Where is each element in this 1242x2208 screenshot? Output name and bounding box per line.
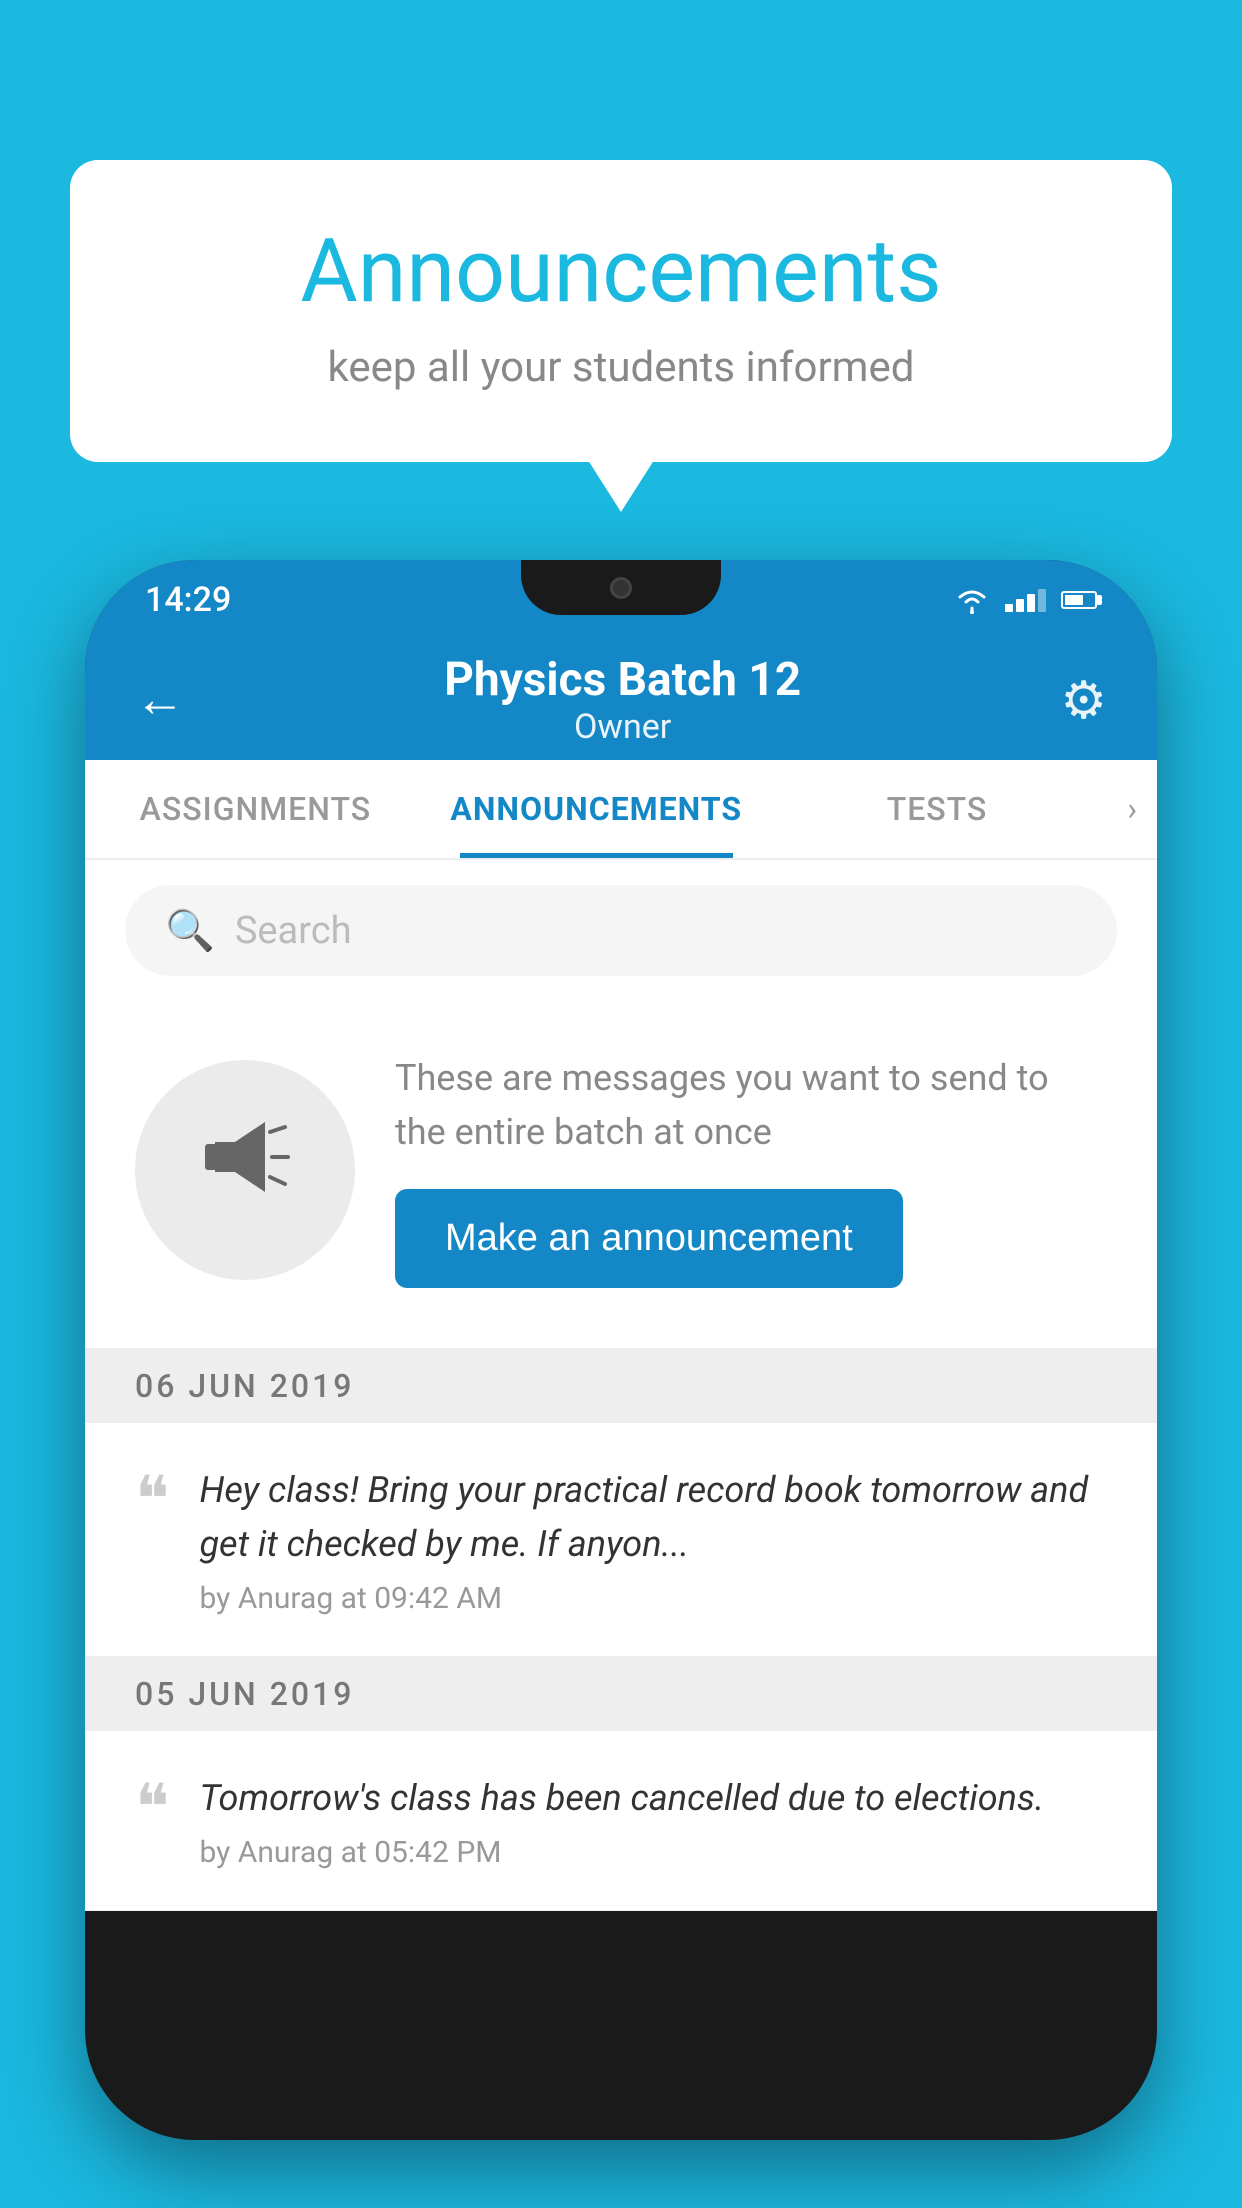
cta-right: These are messages you want to send to t…	[395, 1051, 1107, 1288]
megaphone-circle	[135, 1060, 355, 1280]
batch-title: Physics Batch 12	[444, 653, 801, 707]
tab-assignments[interactable]: ASSIGNMENTS	[85, 760, 426, 858]
announcement-meta-1: by Anurag at 09:42 AM	[199, 1581, 1107, 1616]
announcement-item-1[interactable]: ❝ Hey class! Bring your practical record…	[85, 1423, 1157, 1657]
search-bar-container: 🔍 Search	[85, 860, 1157, 1001]
bubble-title: Announcements	[150, 220, 1092, 323]
phone-notch	[521, 560, 721, 615]
front-camera	[610, 577, 632, 599]
tabs-bar: ASSIGNMENTS ANNOUNCEMENTS TESTS ›	[85, 760, 1157, 860]
signal-icon	[1005, 589, 1046, 612]
quote-icon-1: ❝	[135, 1468, 169, 1616]
back-button[interactable]: ←	[135, 675, 185, 725]
search-bar[interactable]: 🔍 Search	[125, 885, 1117, 976]
date-label-1: 06 JUN 2019	[135, 1367, 354, 1405]
tab-announcements[interactable]: ANNOUNCEMENTS	[426, 760, 767, 858]
date-separator-1: 06 JUN 2019	[85, 1349, 1157, 1423]
bubble-subtitle: keep all your students informed	[150, 343, 1092, 392]
search-placeholder: Search	[235, 909, 352, 953]
header-center: Physics Batch 12 Owner	[444, 653, 801, 747]
tab-more[interactable]: ›	[1107, 760, 1157, 858]
tab-tests[interactable]: TESTS	[767, 760, 1108, 858]
announcement-meta-2: by Anurag at 05:42 PM	[199, 1835, 1107, 1870]
announcement-content-1: Hey class! Bring your practical record b…	[199, 1463, 1107, 1616]
date-separator-2: 05 JUN 2019	[85, 1657, 1157, 1731]
search-icon: 🔍	[165, 907, 215, 954]
status-icons	[954, 586, 1097, 614]
battery-icon	[1061, 591, 1097, 609]
batch-role: Owner	[444, 707, 801, 747]
announcement-item-2[interactable]: ❝ Tomorrow's class has been cancelled du…	[85, 1731, 1157, 1911]
wifi-icon	[954, 586, 990, 614]
announcement-text-1: Hey class! Bring your practical record b…	[199, 1463, 1107, 1571]
speech-bubble-container: Announcements keep all your students inf…	[70, 160, 1172, 462]
settings-icon[interactable]: ⚙	[1060, 670, 1107, 731]
status-time: 14:29	[145, 580, 231, 620]
cta-card: These are messages you want to send to t…	[85, 1001, 1157, 1349]
announcement-text-2: Tomorrow's class has been cancelled due …	[199, 1771, 1107, 1825]
phone-container: 14:29	[85, 560, 1157, 2208]
phone-frame: 14:29	[85, 560, 1157, 2140]
date-label-2: 05 JUN 2019	[135, 1675, 354, 1713]
app-header: ← Physics Batch 12 Owner ⚙	[85, 640, 1157, 760]
megaphone-icon	[190, 1102, 300, 1237]
announcement-content-2: Tomorrow's class has been cancelled due …	[199, 1771, 1107, 1870]
make-announcement-button[interactable]: Make an announcement	[395, 1189, 903, 1288]
battery-fill	[1065, 595, 1083, 605]
cta-description: These are messages you want to send to t…	[395, 1051, 1107, 1159]
speech-bubble: Announcements keep all your students inf…	[70, 160, 1172, 462]
quote-icon-2: ❝	[135, 1776, 169, 1870]
